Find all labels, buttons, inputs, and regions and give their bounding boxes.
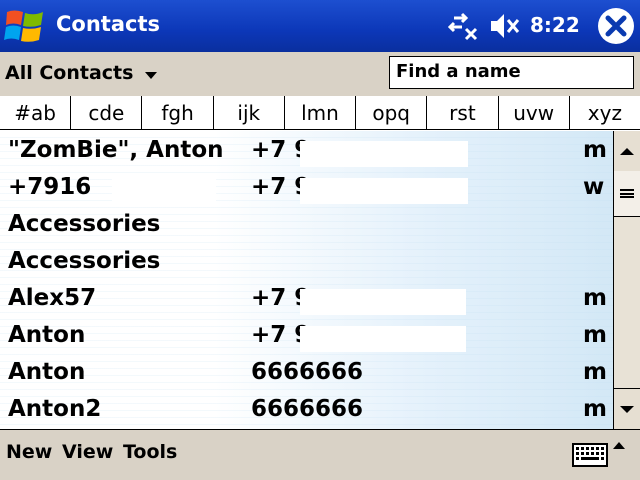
close-button[interactable] [598, 8, 634, 44]
contact-phone: 6666666 [251, 396, 364, 422]
letter-tabs: #ab cde fgh ijk lmn opq rst uvw xyz [0, 96, 640, 130]
contact-row[interactable]: Alex57 +7 9 m [0, 281, 613, 318]
contact-row[interactable]: +7916 +7 9 w [0, 170, 613, 207]
tab-cde[interactable]: cde [70, 96, 141, 129]
clock[interactable]: 8:22 [530, 13, 580, 37]
keyboard-icon[interactable] [572, 443, 608, 467]
redaction-bar [300, 326, 466, 352]
find-name-input[interactable] [390, 57, 633, 86]
find-name-box[interactable] [389, 56, 634, 89]
redaction-bar [300, 141, 468, 167]
contact-phone-type: m [583, 137, 607, 163]
contacts-list: "ZomBie", Anton +7 9 m +7916 +7 9 w Acce… [0, 131, 613, 429]
contact-row[interactable]: Anton +7 9 m [0, 318, 613, 355]
chevron-down-icon [145, 71, 158, 79]
menu-new[interactable]: New [6, 441, 52, 463]
category-dropdown[interactable]: All Contacts [5, 62, 158, 84]
tab-lmn[interactable]: lmn [283, 96, 355, 129]
volume-muted-icon[interactable] [489, 11, 521, 41]
close-icon [605, 15, 627, 37]
category-label: All Contacts [5, 62, 134, 84]
contact-phone-type: m [583, 359, 607, 385]
contact-name: Accessories [8, 248, 161, 274]
tab-ab[interactable]: #ab [0, 96, 70, 129]
redaction-bar [112, 178, 216, 204]
scroll-down-button[interactable] [614, 388, 640, 429]
menu-tools[interactable]: Tools [123, 441, 177, 463]
connectivity-icon[interactable] [447, 10, 480, 42]
start-button[interactable] [0, 0, 50, 52]
arrow-down-icon [620, 405, 634, 413]
contact-name: Accessories [8, 211, 161, 237]
redaction-bar [300, 289, 466, 315]
tab-xyz[interactable]: xyz [568, 96, 640, 129]
scroll-up-button[interactable] [614, 131, 640, 172]
tab-rst[interactable]: rst [426, 96, 497, 129]
contact-phone-type: w [583, 174, 605, 200]
tab-uvw[interactable]: uvw [497, 96, 569, 129]
grip-icon [620, 189, 634, 198]
contact-name: Anton [8, 322, 86, 348]
tab-opq[interactable]: opq [355, 96, 426, 129]
redaction-bar [300, 178, 468, 204]
contact-name: Anton2 [8, 396, 102, 422]
scroll-thumb[interactable] [614, 171, 640, 217]
windows-flag-icon [4, 10, 43, 42]
contact-phone-type: m [583, 285, 607, 311]
contact-name: "ZomBie", Anton [8, 137, 224, 163]
vertical-scrollbar[interactable] [613, 131, 640, 429]
contact-phone-type: m [583, 322, 607, 348]
contact-phone: 6666666 [251, 359, 364, 385]
tab-ijk[interactable]: ijk [212, 96, 284, 129]
app-title: Contacts [56, 12, 160, 36]
contact-row[interactable]: Accessories [0, 244, 613, 281]
contact-name: Anton [8, 359, 86, 385]
contact-name: +7916 [8, 174, 92, 200]
tab-fgh[interactable]: fgh [141, 96, 212, 129]
title-bar: Contacts 8:22 [0, 0, 640, 52]
arrow-up-icon [620, 147, 634, 155]
contact-row[interactable]: "ZomBie", Anton +7 9 m [0, 133, 613, 170]
contact-phone-type: m [583, 396, 607, 422]
menu-view[interactable]: View [62, 441, 113, 463]
menu-bar: New View Tools [0, 429, 640, 480]
input-panel-arrow-icon[interactable] [613, 442, 625, 449]
contact-name: Alex57 [8, 285, 97, 311]
contact-row[interactable]: Accessories [0, 207, 613, 244]
contact-row[interactable]: Anton 6666666 m [0, 355, 613, 392]
contact-row[interactable]: Anton2 6666666 m [0, 392, 613, 429]
